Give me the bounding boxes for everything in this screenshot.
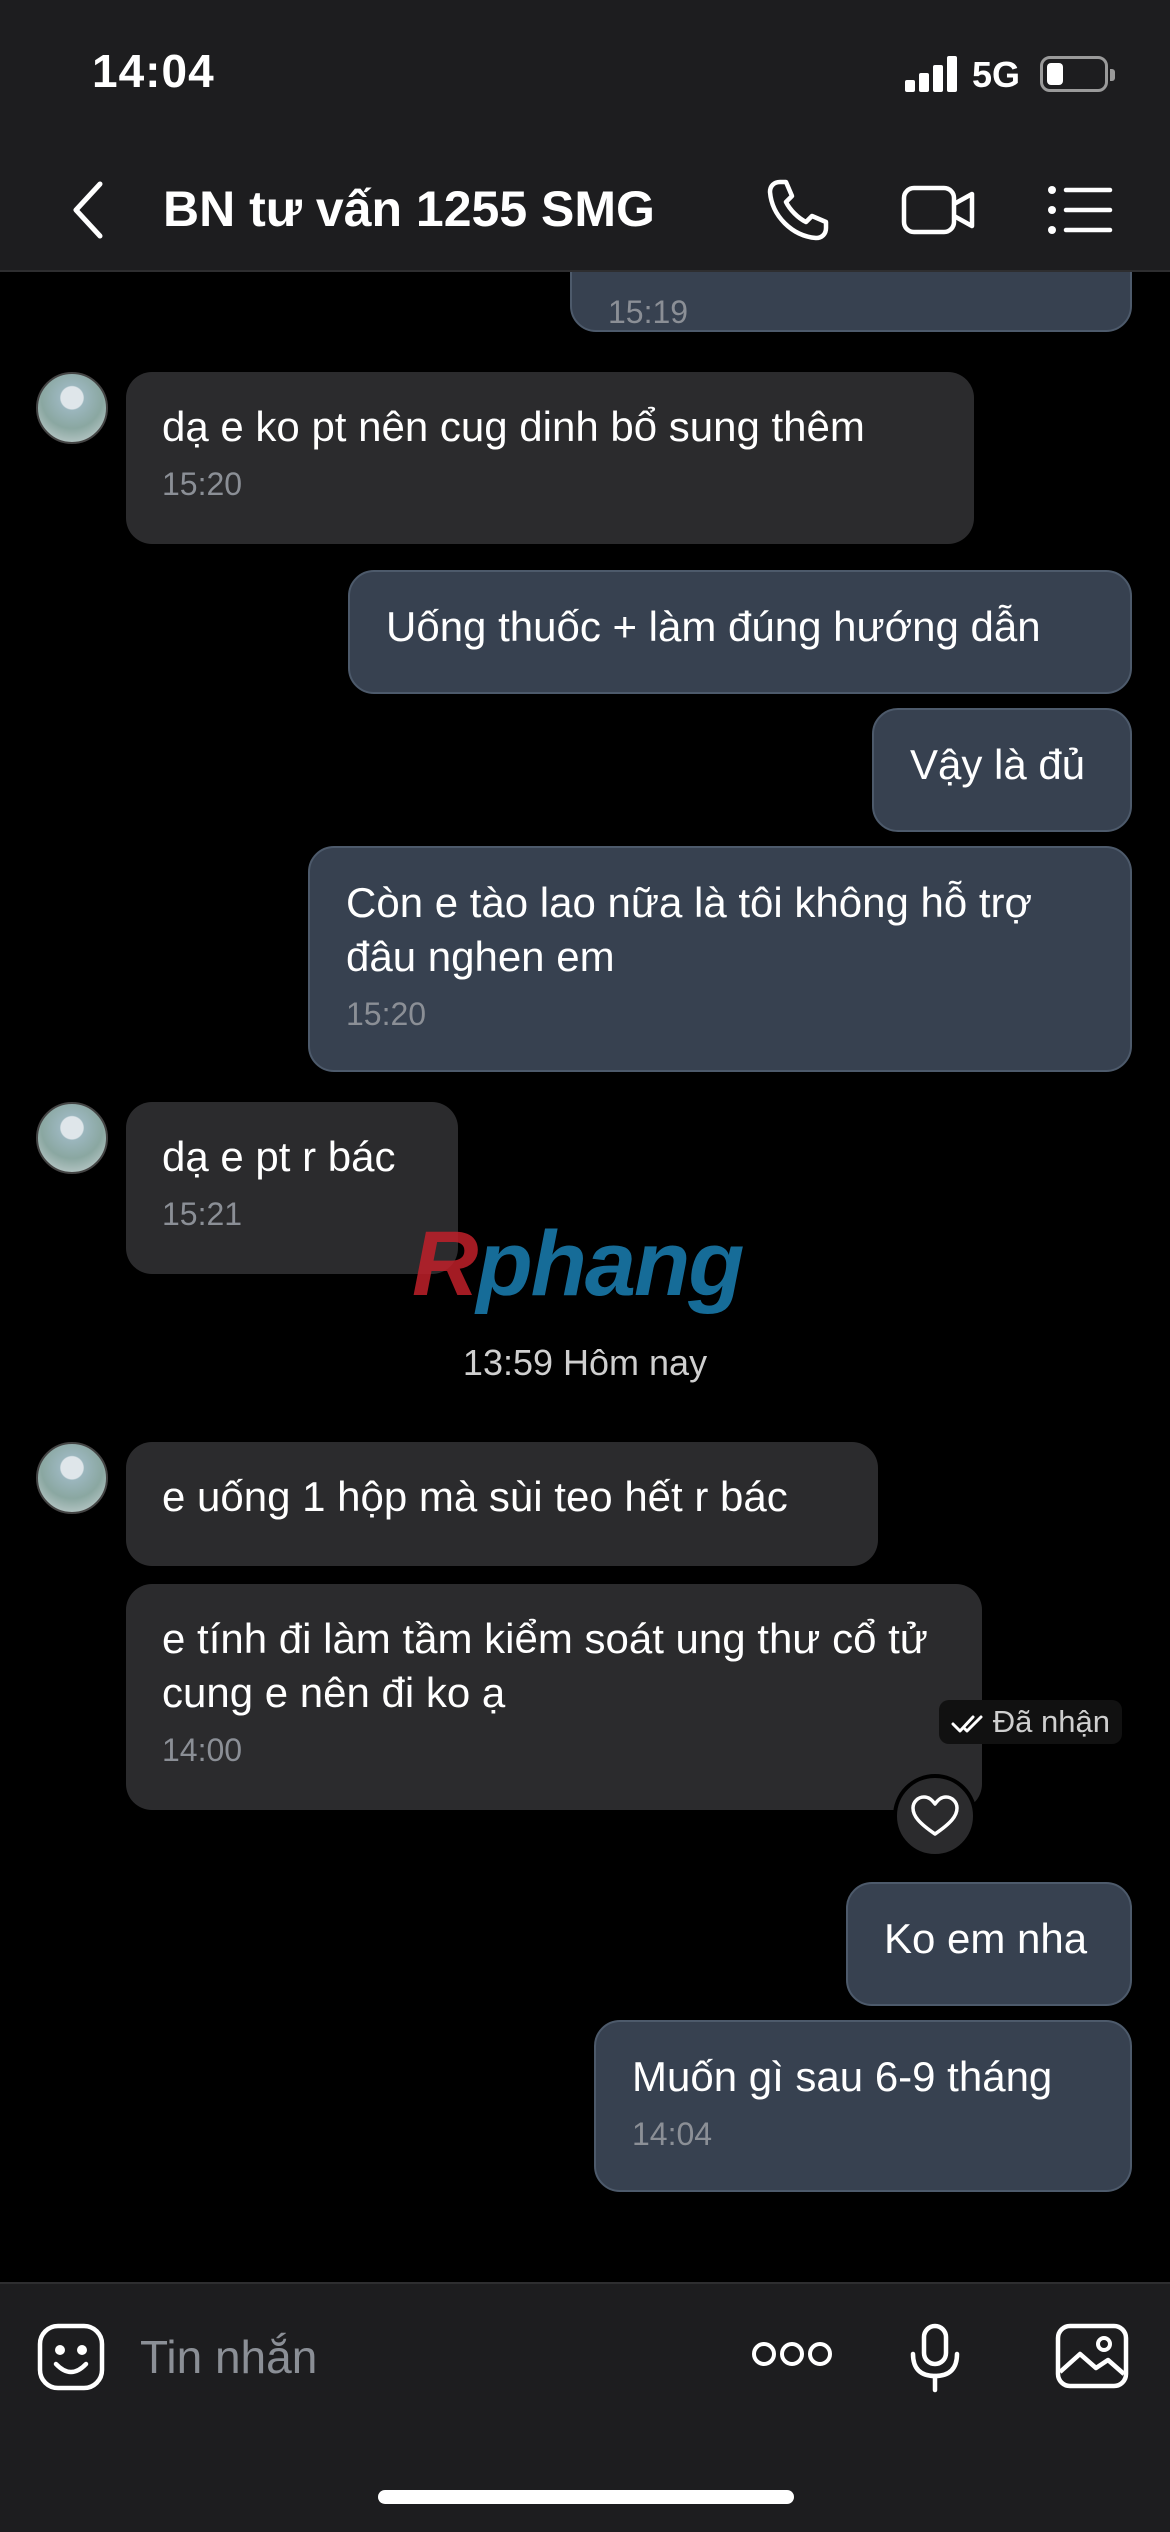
message-bubble-outgoing[interactable]: Uống thuốc + làm đúng hướng dẫn [348,570,1132,694]
react-button[interactable] [893,1774,977,1858]
gallery-icon [1055,2323,1129,2389]
status-time: 14:04 [92,45,215,97]
menu-button[interactable] [1040,172,1120,248]
message-input[interactable] [140,2322,700,2392]
menu-list-icon [1048,186,1113,234]
video-icon [901,185,975,235]
message-time: 15:20 [162,466,243,502]
message-text: dạ e pt r bác [162,1133,396,1180]
message-time: 15:20 [346,996,427,1032]
message-time: 14:04 [632,2116,713,2152]
avatar[interactable] [36,1102,108,1174]
chat-header: BN tư vấn 1255 SMG [0,150,1170,272]
avatar[interactable] [36,1442,108,1514]
back-arrow-icon [73,181,103,239]
message-text: Còn e tào lao nữa là tôi không hỗ trợ đâ… [346,879,1033,980]
message-time: 15:19 [608,294,689,330]
microphone-icon [910,2323,960,2393]
home-indicator[interactable] [378,2490,794,2504]
message-bubble-outgoing[interactable]: Vậy là đủ [872,708,1132,832]
more-options-button[interactable] [750,2334,834,2374]
sticker-button[interactable] [36,2322,106,2392]
read-receipt: Đã nhận [938,1700,1122,1744]
battery-icon [1040,56,1115,92]
double-check-icon [951,1715,983,1733]
phone-icon [767,179,829,241]
status-bar: 14:04 5G [0,0,1170,150]
message-text: e tính đi làm tầm kiểm soát ung thư cổ t… [162,1615,928,1716]
message-bubble-outgoing[interactable]: 15:19 [570,272,1132,332]
message-text: Ko em nha [884,1915,1088,1962]
more-icon [752,2342,832,2366]
chat-title[interactable]: BN tư vấn 1255 SMG [163,180,655,238]
video-call-button[interactable] [898,172,978,248]
network-type: 5G [972,54,1021,95]
message-bubble-incoming[interactable]: e tính đi làm tầm kiểm soát ung thư cổ t… [126,1584,982,1810]
message-text: e uống 1 hộp mà sùi teo hết r bác [162,1473,788,1520]
watermark-logo: Rphang [412,1213,744,1315]
message-bubble-outgoing[interactable]: Còn e tào lao nữa là tôi không hỗ trợ đâ… [308,846,1132,1072]
message-bubble-incoming[interactable]: dạ e ko pt nên cug dinh bổ sung thêm 15:… [126,372,974,544]
message-time: 14:00 [162,1732,243,1768]
sticker-icon [37,2323,105,2391]
signal-icon [905,56,959,92]
message-text: dạ e ko pt nên cug dinh bổ sung thêm [162,403,865,450]
back-button[interactable] [60,172,120,242]
message-text: Vậy là đủ [910,741,1086,788]
voice-record-button[interactable] [905,2322,965,2394]
avatar[interactable] [36,372,108,444]
message-bubble-outgoing[interactable]: Muốn gì sau 6-9 tháng 14:04 [594,2020,1132,2192]
call-button[interactable] [760,172,840,248]
message-text: Muốn gì sau 6-9 tháng [632,2053,1053,2100]
message-time: 15:21 [162,1196,243,1232]
gallery-button[interactable] [1054,2322,1130,2390]
receipt-label: Đã nhận [992,1704,1110,1739]
date-separator: 13:59 Hôm nay [462,1342,708,1383]
message-list[interactable]: 15:19 dạ e ko pt nên cug dinh bổ sung th… [0,272,1170,2282]
message-bubble-incoming[interactable]: dạ e pt r bác 15:21 [126,1102,458,1274]
message-bubble-outgoing[interactable]: Ko em nha [846,1882,1132,2006]
message-bubble-incoming[interactable]: e uống 1 hộp mà sùi teo hết r bác [126,1442,878,1566]
heart-icon [911,1795,959,1836]
message-text: Uống thuốc + làm đúng hướng dẫn [386,603,1041,650]
